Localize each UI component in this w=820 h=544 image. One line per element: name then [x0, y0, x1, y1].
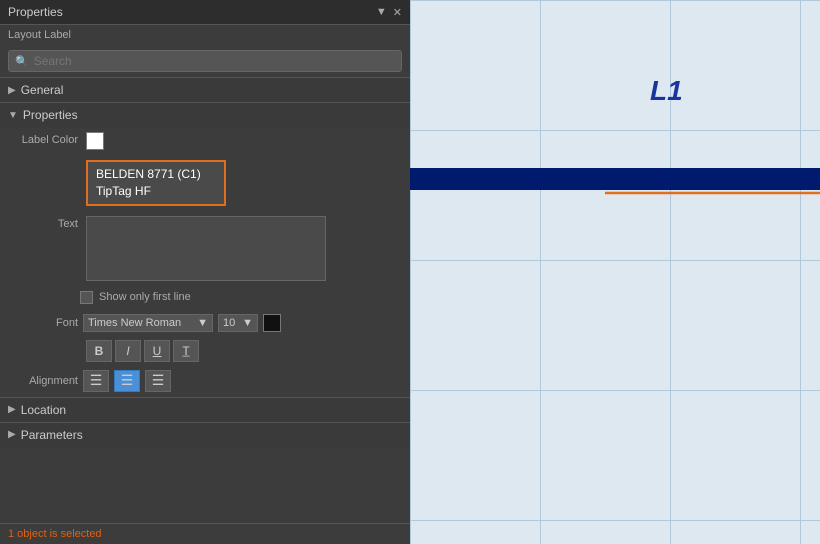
font-label: Font — [8, 317, 78, 329]
font-row: Font Times New Roman ▼ 10 ▼ — [0, 309, 410, 337]
font-size-value: 10 — [223, 317, 235, 329]
wire-bar — [410, 168, 820, 190]
status-bar: 1 object is selected — [0, 523, 410, 544]
bold-button[interactable]: B — [86, 340, 112, 362]
location-section-label: Location — [21, 403, 66, 417]
font-color-swatch[interactable] — [263, 314, 281, 332]
font-select[interactable]: Times New Roman ▼ — [83, 314, 213, 332]
general-section-header[interactable]: ▶ General — [0, 77, 410, 102]
search-bar[interactable]: 🔍 — [8, 50, 402, 72]
font-dropdown-icon: ▼ — [197, 317, 208, 329]
align-center-button[interactable]: ☰ — [114, 370, 140, 392]
properties-expand-icon: ▼ — [8, 110, 18, 121]
canvas: L1 BELDEN 8771 (C1) TipTag HF — [410, 0, 820, 544]
canvas-l1-label: L1 — [650, 75, 683, 107]
font-size-select[interactable]: 10 ▼ — [218, 314, 258, 332]
align-right-button[interactable]: ☰ — [145, 370, 171, 392]
italic-button[interactable]: I — [115, 340, 141, 362]
text-input[interactable] — [86, 216, 326, 281]
label-color-label: Label Color — [8, 132, 78, 146]
panel-header-controls: ▼ ✕ — [376, 6, 402, 19]
location-expand-icon: ▶ — [8, 404, 16, 415]
general-expand-icon: ▶ — [8, 85, 16, 96]
alignment-label: Alignment — [8, 375, 78, 387]
show-first-line-label: Show only first line — [99, 291, 191, 303]
show-first-line-checkbox[interactable] — [80, 291, 93, 304]
location-section-header[interactable]: ▶ Location — [0, 397, 410, 422]
search-input[interactable] — [34, 54, 395, 68]
align-left-button[interactable]: ☰ — [83, 370, 109, 392]
text-preview-line2: TipTag HF — [96, 183, 216, 200]
parameters-section-label: Parameters — [21, 428, 83, 442]
parameters-expand-icon: ▶ — [8, 429, 16, 440]
properties-content: Label Color BELDEN 8771 (C1) TipTag HF T… — [0, 127, 410, 523]
strikethrough-button[interactable]: T̲ — [173, 340, 199, 362]
panel-subtitle: Layout Label — [0, 25, 410, 45]
text-preview-box[interactable]: BELDEN 8771 (C1) TipTag HF — [86, 160, 226, 206]
text-preview-row: BELDEN 8771 (C1) TipTag HF — [0, 155, 410, 211]
close-icon[interactable]: ✕ — [393, 6, 402, 19]
label-color-row: Label Color — [0, 127, 410, 155]
format-buttons-row: B I U T̲ — [0, 337, 410, 365]
parameters-section-header[interactable]: ▶ Parameters — [0, 422, 410, 447]
show-first-line-row[interactable]: Show only first line — [0, 286, 410, 309]
panel-title: Properties — [8, 5, 63, 19]
status-text: 1 object is selected — [8, 528, 102, 540]
label-color-swatch[interactable] — [86, 132, 104, 150]
font-size-dropdown-icon: ▼ — [242, 317, 253, 329]
text-row: Text — [0, 211, 410, 286]
pin-icon[interactable]: ▼ — [376, 6, 387, 18]
font-name: Times New Roman — [88, 317, 181, 329]
search-icon: 🔍 — [15, 55, 29, 68]
alignment-row: Alignment ☰ ☰ ☰ — [0, 365, 410, 397]
general-section-label: General — [21, 83, 64, 97]
properties-section-label: Properties — [23, 108, 78, 122]
properties-panel: Properties ▼ ✕ Layout Label 🔍 ▶ General … — [0, 0, 410, 544]
panel-header: Properties ▼ ✕ — [0, 0, 410, 25]
text-preview-line1: BELDEN 8771 (C1) — [96, 166, 216, 183]
underline-button[interactable]: U — [144, 340, 170, 362]
text-label: Text — [8, 216, 78, 230]
properties-section-header[interactable]: ▼ Properties — [0, 102, 410, 127]
